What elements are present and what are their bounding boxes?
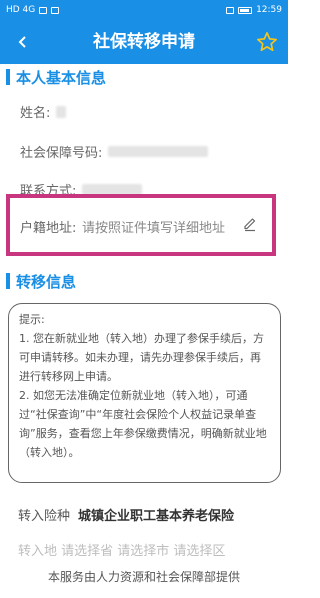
insurance-value[interactable]: 城镇企业职工基本养老保险: [78, 505, 234, 524]
name-value-redacted: [56, 105, 67, 118]
page-title: 社保转移申请: [93, 32, 195, 52]
star-outline-icon: [257, 32, 277, 52]
ss-number-label: 社会保障号码:: [20, 146, 103, 161]
alarm-icon: [226, 6, 235, 14]
address-input[interactable]: 请按照证件填写详细地址: [82, 217, 225, 236]
favorite-button[interactable]: [254, 29, 280, 55]
name-field: 姓名:: [20, 102, 67, 121]
battery-icon: [238, 6, 253, 14]
tips-box: 提示: 1. 您在新就业地（转入地）办理了参保手续后，方可申请转移。如未办理，请…: [8, 303, 281, 483]
ss-number-value-redacted: [108, 146, 209, 157]
footer-notice: 本服务由人力资源和社会保障部提供: [0, 556, 288, 598]
personal-section-title: 本人基本信息: [16, 68, 107, 87]
status-left: HD 4G: [6, 5, 60, 15]
section-accent-bar: [6, 273, 10, 289]
name-label: 姓名:: [20, 106, 51, 121]
edit-pencil-icon[interactable]: [242, 216, 258, 232]
nav-bar: 社保转移申请: [0, 20, 288, 64]
personal-section-header: 本人基本信息: [0, 66, 288, 88]
tip-1: 1. 您在新就业地（转入地）办理了参保手续后，方可申请转移。如未办理，请先办理参…: [19, 332, 264, 383]
section-accent-bar: [6, 69, 10, 85]
carrier-label: HD 4G: [6, 5, 36, 15]
address-label: 户籍地址:: [20, 221, 77, 236]
tip-2: 2. 如您无法准确定位新就业地（转入地），可通过“社保查询”中“年度社会保险个人…: [19, 389, 267, 459]
clock: 12:59: [256, 5, 282, 15]
notification-icon: [51, 6, 60, 14]
status-bar: HD 4G 12:59: [0, 0, 288, 20]
transfer-section-title: 转移信息: [16, 272, 77, 291]
tips-heading: 提示:: [19, 313, 45, 326]
transfer-section-header: 转移信息: [0, 270, 288, 292]
ss-number-field: 社会保障号码:: [20, 142, 209, 161]
insurance-label: 转入险种: [18, 509, 71, 524]
wifi-icon: [39, 6, 48, 14]
insurance-row: 转入险种 城镇企业职工基本养老保险: [18, 505, 234, 524]
status-right: 12:59: [226, 5, 282, 15]
